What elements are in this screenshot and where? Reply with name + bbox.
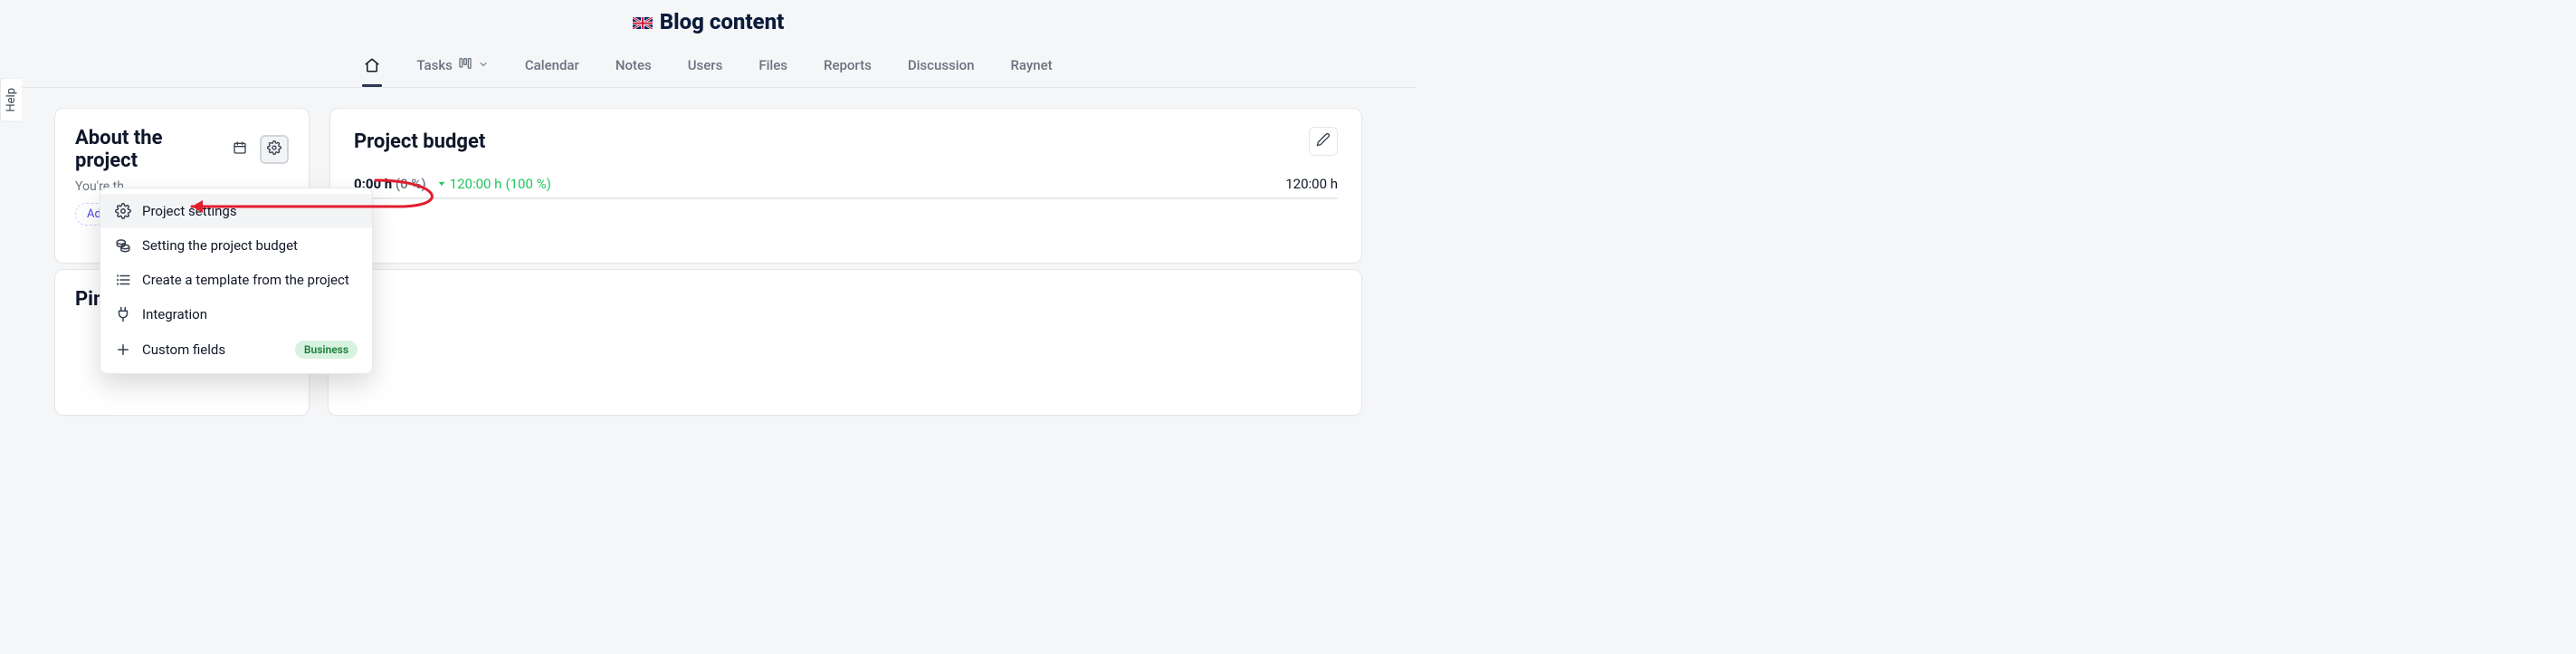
menu-item-project-budget[interactable]: Setting the project budget [100, 228, 372, 263]
chevron-down-icon [478, 57, 489, 73]
tab-label: Calendar [525, 57, 579, 73]
tab-label: Notes [615, 57, 652, 73]
uk-flag-icon [633, 15, 653, 28]
menu-item-project-settings[interactable]: Project settings [100, 194, 372, 228]
gear-icon [267, 140, 281, 159]
about-title: About the project [75, 127, 225, 172]
gear-icon [115, 203, 131, 219]
budget-total-value: 120:00 h [1285, 176, 1338, 192]
calendar-button[interactable] [225, 135, 254, 164]
caret-down-icon [437, 176, 446, 192]
list-icon [115, 272, 131, 288]
tabs-bar: Tasks Calendar Notes Users Files Reports… [0, 47, 1417, 88]
menu-item-label: Create a template from the project [142, 272, 349, 288]
tab-raynet[interactable]: Raynet [1008, 48, 1054, 86]
tab-home[interactable] [362, 48, 382, 86]
budget-title: Project budget [354, 130, 485, 153]
tab-label: Raynet [1010, 57, 1052, 73]
settings-button[interactable] [260, 135, 289, 164]
plus-icon [115, 341, 131, 358]
content-area: About the project You're th Add a Projec… [0, 88, 1417, 264]
page-header: Blog content Tasks Calendar Notes Users … [0, 0, 1417, 88]
budget-remaining-pct: (100 %) [505, 176, 550, 192]
tab-calendar[interactable]: Calendar [523, 48, 581, 86]
tab-label: Files [758, 57, 787, 73]
menu-item-integration[interactable]: Integration [100, 297, 372, 332]
tab-reports[interactable]: Reports [822, 48, 873, 86]
menu-item-create-template[interactable]: Create a template from the project [100, 263, 372, 297]
tab-label: Tasks [416, 57, 453, 73]
menu-item-label: Integration [142, 306, 207, 322]
tab-discussion[interactable]: Discussion [906, 48, 977, 86]
pencil-icon [1316, 132, 1331, 150]
tab-files[interactable]: Files [757, 48, 789, 86]
tab-users[interactable]: Users [686, 48, 725, 86]
budget-remaining-value: 120:00 h [450, 176, 502, 192]
home-icon [364, 57, 380, 73]
budget-progress-bar [354, 197, 1338, 199]
edit-budget-button[interactable] [1309, 127, 1338, 156]
menu-item-label: Custom fields [142, 341, 225, 358]
tab-tasks[interactable]: Tasks [415, 47, 491, 87]
tab-notes[interactable]: Notes [614, 48, 654, 86]
budget-spent-pct: (0 %) [396, 176, 426, 192]
menu-item-custom-fields[interactable]: Custom fields Business [100, 332, 372, 368]
menu-item-label: Project settings [142, 203, 237, 219]
kanban-icon [458, 56, 472, 74]
page-title: Blog content [660, 9, 785, 34]
tab-label: Users [688, 57, 723, 73]
calendar-icon [233, 140, 247, 159]
tab-label: Reports [824, 57, 872, 73]
lower-card [328, 269, 1362, 416]
tab-label: Discussion [908, 57, 975, 73]
business-badge: Business [295, 341, 358, 359]
menu-item-label: Setting the project budget [142, 237, 298, 254]
coins-icon [115, 237, 131, 254]
settings-dropdown-menu: Project settings Setting the project bud… [100, 188, 373, 374]
plug-icon [115, 306, 131, 322]
project-budget-card: Project budget 0:00 h (0 %) 120:00 h ( [329, 108, 1362, 264]
